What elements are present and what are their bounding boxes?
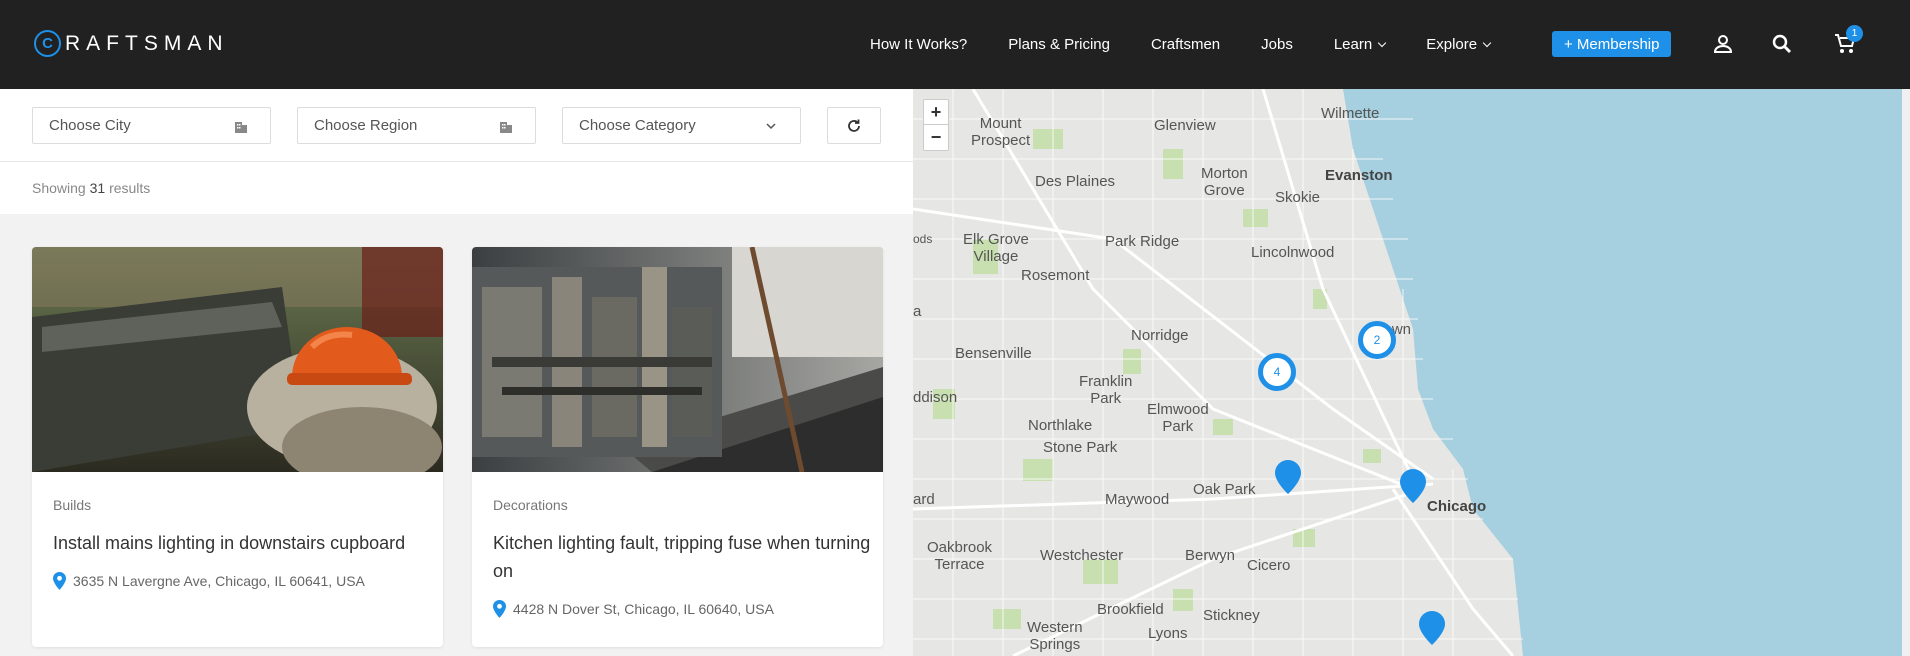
region-select[interactable]: Choose Region	[297, 107, 536, 144]
results-bar: Showing 31 results	[0, 162, 913, 214]
map-label: a	[913, 303, 922, 320]
city-select-label: Choose City	[49, 117, 131, 134]
chevron-down-icon	[1377, 38, 1387, 47]
map-label: Bensenville	[955, 345, 1032, 362]
map-label: Glenview	[1154, 117, 1216, 134]
chevron-down-icon	[1482, 38, 1492, 47]
filter-bar: Choose City Choose Region Choose Categor…	[0, 89, 913, 162]
nav-label: Learn	[1333, 36, 1373, 53]
nav-plans-pricing[interactable]: Plans & Pricing	[1008, 36, 1110, 53]
map-label: Norridge	[1131, 327, 1189, 344]
job-category: Builds	[53, 497, 92, 513]
job-address: 4428 N Dover St, Chicago, IL 60640, USA	[493, 600, 774, 618]
refresh-icon	[848, 119, 860, 132]
map-label: Elmwood Park	[1147, 401, 1209, 435]
map-label: Lincolnwood	[1251, 244, 1335, 261]
category-select[interactable]: Choose Category	[562, 107, 801, 144]
job-card[interactable]: Decorations Kitchen lighting fault, trip…	[472, 247, 883, 647]
map-label: Rosemont	[1021, 267, 1090, 284]
search-icon[interactable]	[1770, 32, 1794, 56]
map-label: Mount Prospect	[971, 115, 1031, 149]
nav-label: How It Works?	[870, 36, 968, 53]
map-label: Berwyn	[1185, 547, 1236, 564]
zoom-in-button[interactable]: +	[924, 100, 948, 125]
results-suffix: results	[109, 180, 151, 196]
craftsman-logo[interactable]: C RAFTSMAN	[34, 30, 229, 57]
job-address-text: 4428 N Dover St, Chicago, IL 60640, USA	[513, 601, 774, 617]
region-select-label: Choose Region	[314, 117, 418, 134]
map-label: Morton Grove	[1201, 165, 1248, 199]
map-label: Stone Park	[1043, 439, 1118, 456]
job-photo	[472, 247, 883, 472]
logo-text: RAFTSMAN	[65, 31, 229, 55]
map-label: Elk Grove Village	[963, 231, 1029, 265]
category-select-label: Choose Category	[579, 117, 696, 134]
refresh-button[interactable]	[827, 107, 881, 144]
nav-craftsmen[interactable]: Craftsmen	[1151, 36, 1220, 53]
membership-button[interactable]: + Membership	[1552, 31, 1672, 57]
nav-how-it-works[interactable]: How It Works?	[870, 36, 967, 53]
nav-learn[interactable]: Learn	[1333, 36, 1387, 53]
map-label: Wilmette	[1321, 105, 1380, 122]
map-label: ddison	[913, 389, 958, 406]
job-title[interactable]: Install mains lighting in downstairs cup…	[53, 529, 433, 557]
job-address-text: 3635 N Lavergne Ave, Chicago, IL 60641, …	[73, 573, 365, 589]
map-label: Oakbrook Terrace	[927, 539, 993, 573]
map-label: Brookfield	[1097, 601, 1164, 618]
nav-jobs[interactable]: Jobs	[1261, 36, 1293, 53]
map-label: Northlake	[1028, 417, 1093, 434]
city-select[interactable]: Choose City	[32, 107, 271, 144]
job-address: 3635 N Lavergne Ave, Chicago, IL 60641, …	[53, 572, 365, 590]
map-cluster-marker[interactable]: 4	[1258, 353, 1296, 391]
location-pin-icon	[53, 572, 66, 590]
map-label: ard	[913, 491, 935, 508]
site-header: C RAFTSMAN How It Works? Plans & Pricing…	[0, 0, 1910, 89]
map-pin-marker[interactable]	[1400, 469, 1426, 503]
building-icon	[500, 122, 512, 133]
nav-label: Explore	[1426, 36, 1478, 53]
chevron-down-icon	[766, 123, 776, 130]
nav-label: Jobs	[1261, 36, 1293, 53]
nav-label: Plans & Pricing	[1008, 36, 1110, 53]
map-label: Maywood	[1105, 491, 1170, 508]
map-label: Evanston	[1325, 167, 1393, 184]
page-scrollbar[interactable]	[1902, 89, 1910, 656]
map-label: Franklin Park	[1079, 373, 1133, 407]
location-pin-icon	[493, 600, 506, 618]
job-title[interactable]: Kitchen lighting fault, tripping fuse wh…	[493, 529, 873, 585]
map-zoom-control: + −	[923, 99, 949, 151]
logo-mark: C	[34, 30, 61, 57]
main-nav: How It Works? Plans & Pricing Craftsmen …	[870, 0, 1531, 89]
map-label: Chicago	[1427, 498, 1487, 515]
map-label: Park Ridge	[1105, 233, 1180, 250]
map-label: Westchester	[1040, 547, 1124, 564]
job-photo	[32, 247, 443, 472]
user-icon[interactable]	[1711, 32, 1735, 56]
map-label: ods	[913, 232, 933, 246]
map-label: Skokie	[1275, 189, 1321, 206]
map-label: Stickney	[1203, 607, 1260, 624]
building-icon	[235, 122, 247, 133]
map-pin-marker[interactable]	[1419, 611, 1445, 645]
results-count: 31	[89, 180, 106, 196]
map-label: Oak Park	[1193, 481, 1256, 498]
results-prefix: Showing	[32, 180, 86, 196]
nav-explore[interactable]: Explore	[1426, 36, 1492, 53]
zoom-out-button[interactable]: −	[924, 125, 948, 150]
jobs-map[interactable]: + − Wilmette Mount Prospect Glenview Des…	[913, 89, 1910, 656]
job-card[interactable]: Builds Install mains lighting in downsta…	[32, 247, 443, 647]
map-pin-marker[interactable]	[1275, 460, 1301, 494]
map-label: Des Plaines	[1035, 173, 1116, 190]
job-category: Decorations	[493, 497, 568, 513]
map-cluster-marker[interactable]: 2	[1358, 321, 1396, 359]
map-label: Western Springs	[1027, 619, 1083, 653]
cart-count-badge: 1	[1846, 25, 1863, 42]
map-label: Lyons	[1148, 625, 1188, 642]
map-label: Cicero	[1247, 557, 1291, 574]
nav-label: Craftsmen	[1150, 36, 1221, 53]
results-count-text: Showing 31 results	[32, 180, 150, 196]
